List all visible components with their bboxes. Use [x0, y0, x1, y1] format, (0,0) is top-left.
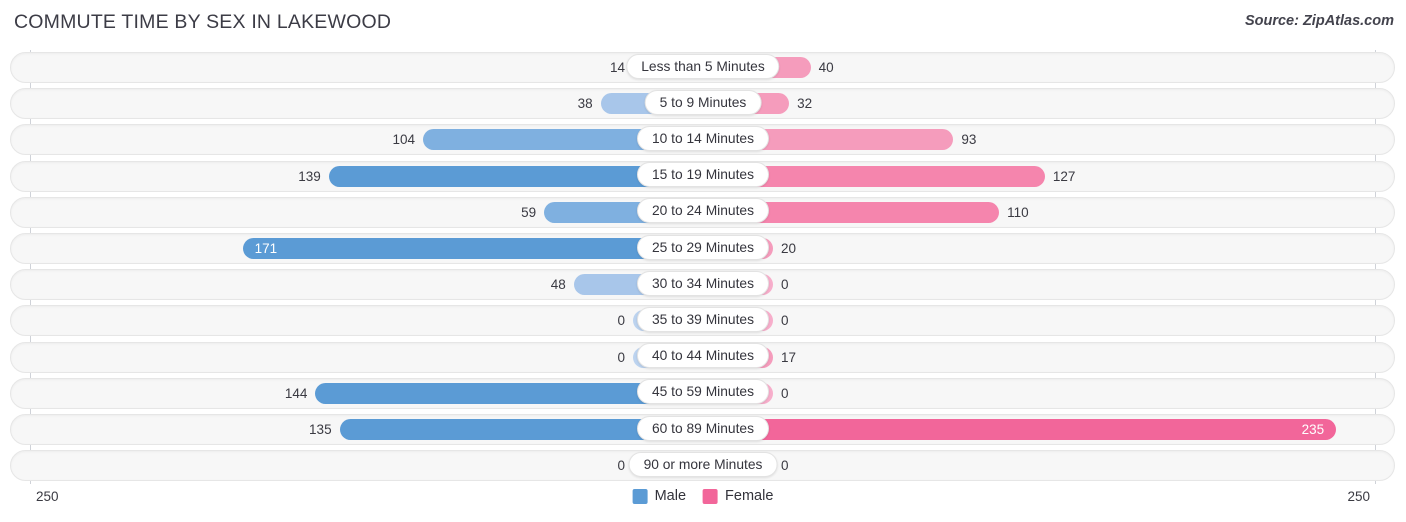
table-row: 139 127 15 to 19 Minutes	[0, 159, 1406, 195]
chart-header: COMMUTE TIME BY SEX IN LAKEWOOD Source: …	[0, 0, 1406, 44]
bar-male[interactable]	[242, 238, 703, 259]
axis-label-right: 250	[1347, 489, 1370, 504]
bar-value-male: 0	[617, 313, 625, 329]
bar-value-female: 0	[781, 313, 789, 329]
bar-value-female: 0	[781, 458, 789, 474]
bar-value-female: 17	[781, 349, 797, 365]
category-label-pill: 60 to 89 Minutes	[636, 415, 770, 441]
source-attribution: Source: ZipAtlas.com	[1244, 13, 1394, 29]
bar-value-female: 32	[797, 96, 813, 112]
legend-label: Male	[654, 488, 687, 504]
legend-swatch-icon	[703, 488, 719, 504]
bar-value-female: 20	[781, 241, 797, 256]
bar-value-female: 93	[961, 132, 977, 148]
bar-value-female: 110	[1007, 204, 1029, 220]
category-label-pill: 90 or more Minutes	[628, 451, 778, 477]
table-row: 48 0 30 to 34 Minutes	[0, 267, 1406, 303]
chart-legend: Male Female	[632, 488, 773, 504]
bar-value-female: 0	[781, 385, 789, 401]
bar-value-female: 0	[781, 277, 789, 293]
legend-item-male[interactable]: Male	[632, 488, 687, 504]
table-row: 135 235 60 to 89 Minutes	[0, 412, 1406, 448]
bar-value-male: 0	[617, 458, 625, 474]
legend-item-female[interactable]: Female	[703, 488, 773, 504]
category-label-pill: 10 to 14 Minutes	[636, 125, 770, 151]
chart-footer: 250 250 Male Female	[0, 484, 1406, 522]
table-row: 38 32 5 to 9 Minutes	[0, 86, 1406, 122]
category-label-pill: 20 to 24 Minutes	[636, 198, 770, 224]
bar-value-male: 0	[617, 349, 625, 365]
table-row: 0 0 90 or more Minutes	[0, 448, 1406, 484]
category-label-pill: 40 to 44 Minutes	[636, 343, 770, 369]
bar-value-male: 171	[254, 241, 278, 256]
bar-value-female: 235	[1301, 422, 1325, 437]
chart-root: COMMUTE TIME BY SEX IN LAKEWOOD Source: …	[0, 0, 1406, 522]
table-row: 144 0 45 to 59 Minutes	[0, 376, 1406, 412]
axis-label-left: 250	[36, 489, 59, 504]
bar-value-female: 127	[1052, 168, 1076, 184]
category-label-pill: 45 to 59 Minutes	[636, 379, 770, 405]
bar-female[interactable]	[703, 419, 1336, 440]
page-title: COMMUTE TIME BY SEX IN LAKEWOOD	[14, 11, 392, 33]
bar-value-male: 144	[284, 385, 308, 401]
bar-value-male: 104	[392, 132, 416, 148]
bar-value-female: 40	[818, 60, 834, 75]
plot-area: 14 40 Less than 5 Minutes 38 32 5 to 9 Minute…	[0, 50, 1406, 484]
legend-label: Female	[725, 488, 774, 504]
category-label-pill: 5 to 9 Minutes	[644, 89, 762, 115]
bar-value-male: 14	[609, 60, 625, 75]
bar-value-male: 38	[577, 96, 593, 112]
legend-swatch-icon	[632, 488, 648, 504]
bar-value-male: 48	[550, 277, 566, 293]
table-row: 0 17 40 to 44 Minutes	[0, 340, 1406, 376]
table-row: 59 110 20 to 24 Minutes	[0, 195, 1406, 231]
bar-value-male: 139	[298, 168, 321, 184]
category-label-pill: 15 to 19 Minutes	[636, 162, 770, 188]
table-row: 104 93 10 to 14 Minutes	[0, 122, 1406, 158]
table-row: 14 40 Less than 5 Minutes	[0, 50, 1406, 86]
bar-value-male: 135	[309, 422, 332, 437]
category-label-pill: 35 to 39 Minutes	[636, 306, 770, 332]
category-label-pill: 25 to 29 Minutes	[636, 234, 770, 260]
category-label-pill: Less than 5 Minutes	[626, 53, 780, 79]
category-label-pill: 30 to 34 Minutes	[636, 270, 770, 296]
bar-value-male: 59	[521, 204, 537, 220]
table-row: 171 20 25 to 29 Minutes	[0, 231, 1406, 267]
table-row: 0 0 35 to 39 Minutes	[0, 303, 1406, 339]
